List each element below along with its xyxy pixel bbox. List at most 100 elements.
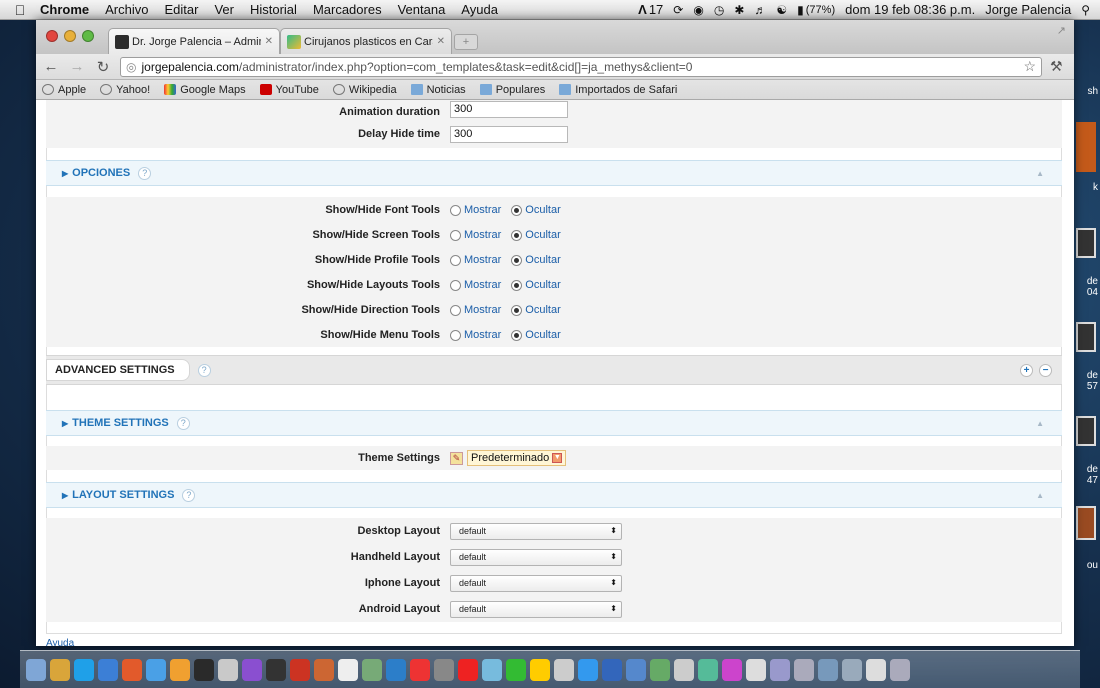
- collapse-all-button[interactable]: −: [1039, 363, 1052, 377]
- menu-marcadores[interactable]: Marcadores: [313, 2, 382, 17]
- desktop-file-icon[interactable]: [1076, 122, 1096, 172]
- radio-selected-icon[interactable]: [511, 230, 523, 241]
- minimize-window-button[interactable]: [64, 30, 76, 42]
- dropdown-icon[interactable]: ▼: [552, 453, 563, 463]
- dock-app-icon[interactable]: [362, 658, 382, 681]
- dock-app-icon[interactable]: [434, 658, 454, 681]
- opciones-header[interactable]: ▶ OPCIONES ? ▲: [46, 160, 1062, 186]
- forward-button[interactable]: →: [68, 58, 86, 75]
- radio-selected-icon[interactable]: [511, 330, 523, 341]
- dock-app-icon[interactable]: [530, 658, 550, 681]
- layout-select[interactable]: default ⬍: [450, 574, 622, 592]
- desktop-screenshot-icon[interactable]: [1076, 322, 1096, 352]
- radio-selected-icon[interactable]: [511, 305, 523, 316]
- dock-app-icon[interactable]: [770, 658, 790, 681]
- radio-option-mostrar[interactable]: Mostrar: [450, 204, 501, 216]
- radio-option-ocultar[interactable]: Ocultar: [511, 329, 561, 341]
- tab-cirujanos[interactable]: Cirujanos plasticos en Carac ✕: [280, 28, 452, 54]
- dock-app-icon[interactable]: [26, 658, 46, 681]
- close-window-button[interactable]: [46, 30, 58, 42]
- dock-app-icon[interactable]: [890, 658, 910, 681]
- dock-app-icon[interactable]: [386, 658, 406, 681]
- dock-app-icon[interactable]: [290, 658, 310, 681]
- battery-icon[interactable]: ▮: [797, 3, 804, 17]
- radio-selected-icon[interactable]: [511, 205, 523, 216]
- radio-unselected-icon[interactable]: [450, 305, 461, 316]
- dock-app-icon[interactable]: [842, 658, 862, 681]
- dock-app-icon[interactable]: [410, 658, 430, 681]
- wrench-menu-icon[interactable]: ⚒: [1050, 58, 1068, 75]
- dock-app-icon[interactable]: [746, 658, 766, 681]
- menu-ver[interactable]: Ver: [214, 2, 234, 17]
- bookmark-folder-importados[interactable]: Importados de Safari: [559, 84, 677, 96]
- page-info-icon[interactable]: ◎: [126, 60, 136, 74]
- desktop-screenshot-icon[interactable]: [1076, 228, 1096, 258]
- expand-all-button[interactable]: +: [1020, 363, 1033, 377]
- theme-selector[interactable]: ✎ Predeterminado ▼: [450, 450, 567, 466]
- bookmark-apple[interactable]: Apple: [42, 84, 86, 96]
- dock-app-icon[interactable]: [314, 658, 334, 681]
- clock[interactable]: dom 19 feb 08:36 p.m.: [845, 2, 975, 17]
- menu-archivo[interactable]: Archivo: [105, 2, 148, 17]
- animation-duration-input[interactable]: 300: [450, 101, 568, 118]
- radio-option-mostrar[interactable]: Mostrar: [450, 254, 501, 266]
- dock-app-icon[interactable]: [818, 658, 838, 681]
- radio-selected-icon[interactable]: [511, 255, 523, 266]
- layout-select[interactable]: default ⬍: [450, 600, 622, 618]
- dock-app-icon[interactable]: [626, 658, 646, 681]
- dock-app-icon[interactable]: [866, 658, 886, 681]
- dock-app-icon[interactable]: [122, 658, 142, 681]
- bookmark-wikipedia[interactable]: Wikipedia: [332, 84, 397, 96]
- help-icon[interactable]: ?: [197, 363, 211, 377]
- dock-app-icon[interactable]: [338, 658, 358, 681]
- edit-icon[interactable]: ✎: [450, 451, 463, 465]
- radio-option-ocultar[interactable]: Ocultar: [511, 279, 561, 291]
- record-icon[interactable]: ◉: [693, 3, 703, 17]
- desktop-screenshot-icon[interactable]: [1076, 416, 1096, 446]
- dock-app-icon[interactable]: [194, 658, 214, 681]
- dock-app-icon[interactable]: [242, 658, 262, 681]
- radio-option-mostrar[interactable]: Mostrar: [450, 229, 501, 241]
- radio-unselected-icon[interactable]: [450, 330, 461, 341]
- bookmark-folder-populares[interactable]: Populares: [479, 84, 545, 96]
- radio-unselected-icon[interactable]: [450, 230, 461, 241]
- radio-selected-icon[interactable]: [511, 280, 523, 291]
- radio-unselected-icon[interactable]: [450, 280, 461, 291]
- dock-app-icon[interactable]: [674, 658, 694, 681]
- layout-settings-header[interactable]: ▶ LAYOUT SETTINGS ? ▲: [46, 482, 1062, 508]
- dock-app-icon[interactable]: [482, 658, 502, 681]
- fullscreen-icon[interactable]: ↗: [1057, 24, 1066, 37]
- dock-app-icon[interactable]: [74, 658, 94, 681]
- dock-app-icon[interactable]: [458, 658, 478, 681]
- volume-icon[interactable]: ♬: [754, 3, 766, 17]
- radio-option-ocultar[interactable]: Ocultar: [511, 304, 561, 316]
- spotlight-search-icon[interactable]: ⚲: [1081, 3, 1090, 17]
- user-name[interactable]: Jorge Palencia: [985, 2, 1071, 17]
- dock-app-icon[interactable]: [602, 658, 622, 681]
- menu-editar[interactable]: Editar: [164, 2, 198, 17]
- tab-admin[interactable]: Dr. Jorge Palencia – Administ ✕: [108, 28, 280, 54]
- dock-app-icon[interactable]: [650, 658, 670, 681]
- radio-option-ocultar[interactable]: Ocultar: [511, 229, 561, 241]
- help-icon[interactable]: ?: [138, 166, 152, 180]
- menu-historial[interactable]: Historial: [250, 2, 297, 17]
- collapse-icon[interactable]: ▲: [1036, 491, 1044, 500]
- radio-option-ocultar[interactable]: Ocultar: [511, 254, 561, 266]
- close-tab-icon[interactable]: ✕: [265, 36, 273, 47]
- menu-ayuda[interactable]: Ayuda: [461, 2, 498, 17]
- dock-app-icon[interactable]: [698, 658, 718, 681]
- dock-app-icon[interactable]: [578, 658, 598, 681]
- bookmark-yahoo[interactable]: Yahoo!: [100, 84, 150, 96]
- layout-select[interactable]: default ⬍: [450, 548, 622, 566]
- menu-app-chrome[interactable]: Chrome: [40, 2, 89, 17]
- dock-app-icon[interactable]: [506, 658, 526, 681]
- layout-select[interactable]: default ⬍: [450, 522, 622, 540]
- adobe-icon[interactable]: Λ: [638, 2, 647, 17]
- apple-icon[interactable]: : [0, 2, 40, 18]
- zoom-window-button[interactable]: [82, 30, 94, 42]
- bookmark-google-maps[interactable]: Google Maps: [164, 84, 246, 96]
- radio-option-mostrar[interactable]: Mostrar: [450, 304, 501, 316]
- dock-app-icon[interactable]: [722, 658, 742, 681]
- radio-option-mostrar[interactable]: Mostrar: [450, 279, 501, 291]
- radio-unselected-icon[interactable]: [450, 205, 461, 216]
